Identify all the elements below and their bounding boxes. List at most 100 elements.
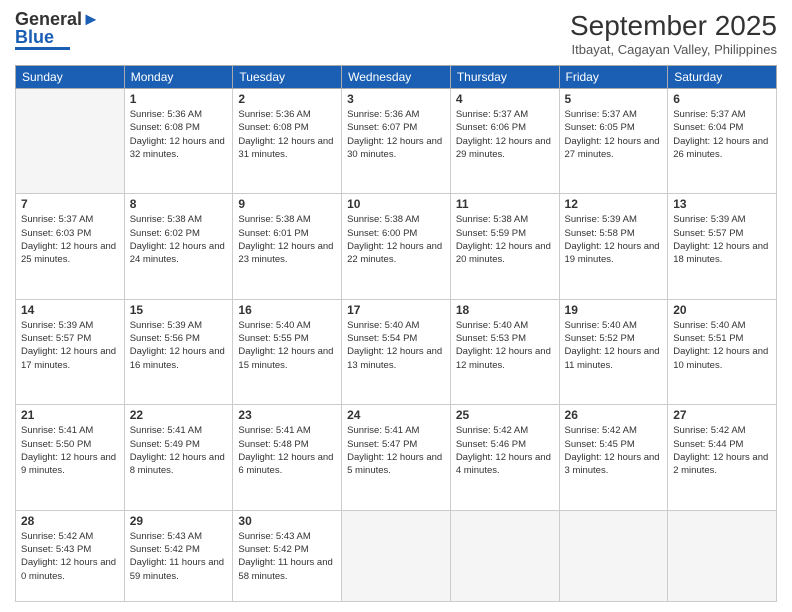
day-info: Sunrise: 5:37 AMSunset: 6:04 PMDaylight:… [673, 108, 771, 161]
day-info: Sunrise: 5:37 AMSunset: 6:05 PMDaylight:… [565, 108, 663, 161]
day-info: Sunrise: 5:42 AMSunset: 5:43 PMDaylight:… [21, 530, 119, 583]
logo-underline [15, 47, 70, 50]
calendar-cell: 9Sunrise: 5:38 AMSunset: 6:01 PMDaylight… [233, 194, 342, 299]
calendar-cell [342, 510, 451, 601]
calendar-cell: 23Sunrise: 5:41 AMSunset: 5:48 PMDayligh… [233, 405, 342, 510]
day-info: Sunrise: 5:41 AMSunset: 5:50 PMDaylight:… [21, 424, 119, 477]
calendar-cell: 25 Sunrise: 5:42 AMSunset: 5:46 PMDayligh… [450, 405, 559, 510]
calendar-cell: 7 Sunrise: 5:37 AMSunset: 6:03 PMDaylight… [16, 194, 125, 299]
day-number: 15 [130, 303, 228, 317]
calendar-cell: 10 Sunrise: 5:38 AMSunset: 6:00 PMDayligh… [342, 194, 451, 299]
calendar-cell: 2 Sunrise: 5:36 AMSunset: 6:08 PMDaylight… [233, 89, 342, 194]
day-info: Sunrise: 5:42 AMSunset: 5:44 PMDaylight:… [673, 424, 771, 477]
calendar-cell [668, 510, 777, 601]
logo-blue-text: Blue [15, 28, 54, 46]
day-number: 20 [673, 303, 771, 317]
day-info: Sunrise: 5:38 AMSunset: 5:59 PMDaylight:… [456, 213, 554, 266]
day-number: 10 [347, 197, 445, 211]
day-info: Sunrise: 5:43 AMSunset: 5:42 PMDaylight:… [238, 530, 336, 583]
day-number: 17 [347, 303, 445, 317]
col-saturday: Saturday [668, 66, 777, 89]
calendar-cell: 8Sunrise: 5:38 AMSunset: 6:02 PMDaylight… [124, 194, 233, 299]
calendar-cell: 27 Sunrise: 5:42 AMSunset: 5:44 PMDayligh… [668, 405, 777, 510]
day-info: Sunrise: 5:41 AMSunset: 5:49 PMDaylight:… [130, 424, 228, 477]
day-info: Sunrise: 5:36 AMSunset: 6:07 PMDaylight:… [347, 108, 445, 161]
day-number: 27 [673, 408, 771, 422]
day-info: Sunrise: 5:42 AMSunset: 5:46 PMDaylight:… [456, 424, 554, 477]
day-info: Sunrise: 5:38 AMSunset: 6:01 PMDaylight:… [238, 213, 336, 266]
header: General► Blue September 2025 Itbayat, Ca… [15, 10, 777, 57]
col-tuesday: Tuesday [233, 66, 342, 89]
day-number: 6 [673, 92, 771, 106]
day-number: 5 [565, 92, 663, 106]
day-number: 28 [21, 514, 119, 528]
day-number: 12 [565, 197, 663, 211]
day-number: 1 [130, 92, 228, 106]
col-wednesday: Wednesday [342, 66, 451, 89]
calendar-cell: 14 Sunrise: 5:39 AMSunset: 5:57 PMDayligh… [16, 299, 125, 404]
calendar-header-row: Sunday Monday Tuesday Wednesday Thursday… [16, 66, 777, 89]
day-number: 8 [130, 197, 228, 211]
day-info: Sunrise: 5:39 AMSunset: 5:58 PMDaylight:… [565, 213, 663, 266]
location: Itbayat, Cagayan Valley, Philippines [570, 42, 777, 57]
calendar-cell: 28 Sunrise: 5:42 AMSunset: 5:43 PMDayligh… [16, 510, 125, 601]
col-thursday: Thursday [450, 66, 559, 89]
day-info: Sunrise: 5:39 AMSunset: 5:57 PMDaylight:… [21, 319, 119, 372]
day-info: Sunrise: 5:40 AMSunset: 5:54 PMDaylight:… [347, 319, 445, 372]
col-sunday: Sunday [16, 66, 125, 89]
day-info: Sunrise: 5:37 AMSunset: 6:06 PMDaylight:… [456, 108, 554, 161]
calendar-cell: 19Sunrise: 5:40 AMSunset: 5:52 PMDayligh… [559, 299, 668, 404]
day-number: 4 [456, 92, 554, 106]
day-number: 7 [21, 197, 119, 211]
day-number: 24 [347, 408, 445, 422]
calendar-cell: 4 Sunrise: 5:37 AMSunset: 6:06 PMDaylight… [450, 89, 559, 194]
calendar-cell: 15 Sunrise: 5:39 AMSunset: 5:56 PMDayligh… [124, 299, 233, 404]
calendar-cell: 12 Sunrise: 5:39 AMSunset: 5:58 PMDayligh… [559, 194, 668, 299]
col-friday: Friday [559, 66, 668, 89]
calendar: Sunday Monday Tuesday Wednesday Thursday… [15, 65, 777, 602]
day-info: Sunrise: 5:41 AMSunset: 5:47 PMDaylight:… [347, 424, 445, 477]
calendar-cell [16, 89, 125, 194]
day-number: 3 [347, 92, 445, 106]
month-title: September 2025 [570, 10, 777, 42]
day-info: Sunrise: 5:37 AMSunset: 6:03 PMDaylight:… [21, 213, 119, 266]
day-info: Sunrise: 5:40 AMSunset: 5:55 PMDaylight:… [238, 319, 336, 372]
calendar-cell: 16 Sunrise: 5:40 AMSunset: 5:55 PMDayligh… [233, 299, 342, 404]
day-info: Sunrise: 5:40 AMSunset: 5:53 PMDaylight:… [456, 319, 554, 372]
day-info: Sunrise: 5:36 AMSunset: 6:08 PMDaylight:… [238, 108, 336, 161]
calendar-cell: 11 Sunrise: 5:38 AMSunset: 5:59 PMDayligh… [450, 194, 559, 299]
logo: General► Blue [15, 10, 100, 50]
logo-blue: ► [82, 9, 100, 29]
calendar-cell: 1 Sunrise: 5:36 AMSunset: 6:08 PMDaylight… [124, 89, 233, 194]
day-number: 2 [238, 92, 336, 106]
calendar-cell: 18 Sunrise: 5:40 AMSunset: 5:53 PMDayligh… [450, 299, 559, 404]
day-number: 11 [456, 197, 554, 211]
calendar-cell: 20 Sunrise: 5:40 AMSunset: 5:51 PMDayligh… [668, 299, 777, 404]
calendar-cell: 5 Sunrise: 5:37 AMSunset: 6:05 PMDaylight… [559, 89, 668, 194]
calendar-cell: 30Sunrise: 5:43 AMSunset: 5:42 PMDayligh… [233, 510, 342, 601]
day-info: Sunrise: 5:36 AMSunset: 6:08 PMDaylight:… [130, 108, 228, 161]
day-info: Sunrise: 5:39 AMSunset: 5:56 PMDaylight:… [130, 319, 228, 372]
page: General► Blue September 2025 Itbayat, Ca… [0, 0, 792, 612]
day-number: 22 [130, 408, 228, 422]
day-number: 25 [456, 408, 554, 422]
day-number: 13 [673, 197, 771, 211]
day-info: Sunrise: 5:40 AMSunset: 5:51 PMDaylight:… [673, 319, 771, 372]
col-monday: Monday [124, 66, 233, 89]
calendar-cell: 29 Sunrise: 5:43 AMSunset: 5:42 PMDayligh… [124, 510, 233, 601]
day-info: Sunrise: 5:43 AMSunset: 5:42 PMDaylight:… [130, 530, 228, 583]
title-section: September 2025 Itbayat, Cagayan Valley, … [570, 10, 777, 57]
calendar-cell: 22 Sunrise: 5:41 AMSunset: 5:49 PMDayligh… [124, 405, 233, 510]
day-info: Sunrise: 5:42 AMSunset: 5:45 PMDaylight:… [565, 424, 663, 477]
day-number: 16 [238, 303, 336, 317]
calendar-cell [450, 510, 559, 601]
day-number: 14 [21, 303, 119, 317]
day-info: Sunrise: 5:40 AMSunset: 5:52 PMDaylight:… [565, 319, 663, 372]
day-info: Sunrise: 5:39 AMSunset: 5:57 PMDaylight:… [673, 213, 771, 266]
day-number: 21 [21, 408, 119, 422]
day-info: Sunrise: 5:38 AMSunset: 6:00 PMDaylight:… [347, 213, 445, 266]
day-number: 29 [130, 514, 228, 528]
day-number: 18 [456, 303, 554, 317]
logo-general: General [15, 9, 82, 29]
calendar-cell: 26Sunrise: 5:42 AMSunset: 5:45 PMDayligh… [559, 405, 668, 510]
